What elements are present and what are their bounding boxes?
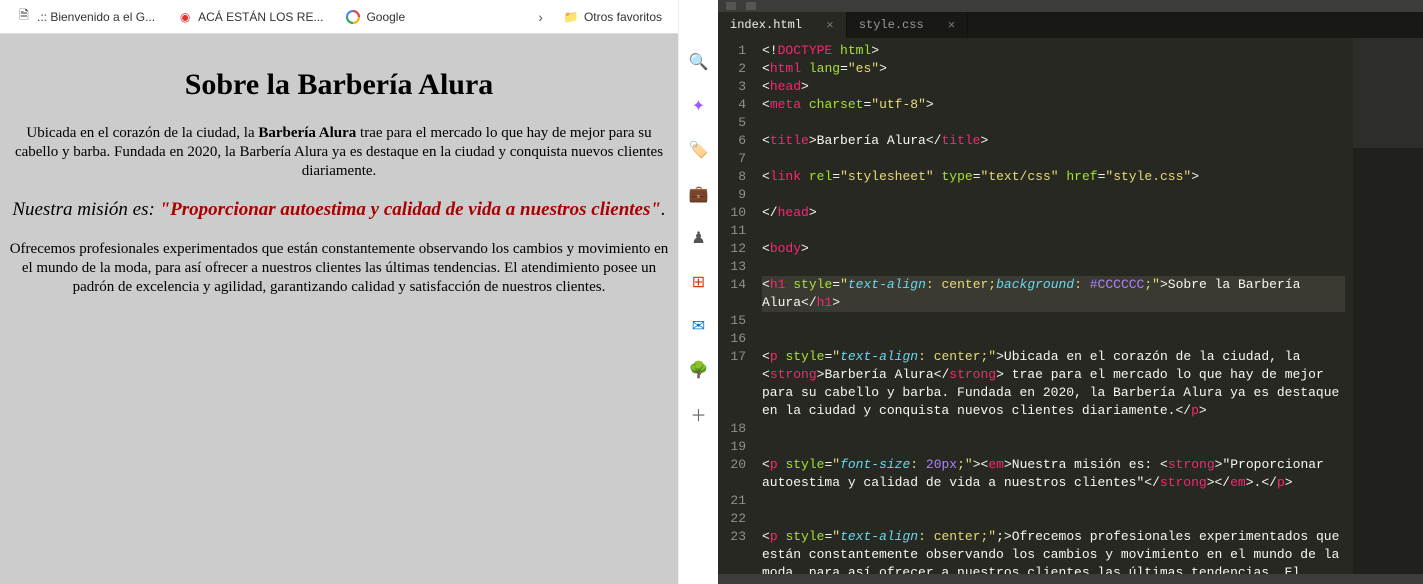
mission-quote: "Proporcionar autoestima y calidad de vi… bbox=[160, 199, 661, 220]
close-icon[interactable]: × bbox=[826, 18, 834, 33]
close-icon[interactable]: × bbox=[948, 18, 956, 33]
bookmark-item[interactable]: 🗎 .:: Bienvenido a el G... bbox=[8, 5, 163, 29]
page-content: Sobre la Barbería Alura Ubicada en el co… bbox=[0, 34, 678, 584]
page-heading: Sobre la Barbería Alura bbox=[4, 68, 674, 102]
editor-tabs: index.html × style.css × bbox=[718, 12, 1423, 38]
text: Nuestra misión es: bbox=[12, 199, 159, 220]
bookmark-label: ACÁ ESTÁN LOS RE... bbox=[198, 10, 323, 24]
tab-label: style.css bbox=[859, 18, 924, 32]
services-paragraph: Ofrecemos profesionales experimentados q… bbox=[4, 240, 674, 296]
toolbar-icon[interactable] bbox=[726, 2, 736, 10]
add-icon[interactable]: ＋ bbox=[689, 404, 709, 424]
tree-icon[interactable]: 🌳 bbox=[689, 360, 709, 380]
briefcase-icon[interactable]: 💼 bbox=[689, 184, 709, 204]
bookmark-label: Google bbox=[366, 10, 405, 24]
bookmark-item[interactable]: ◉ ACÁ ESTÁN LOS RE... bbox=[169, 5, 331, 29]
tag-icon[interactable]: 🏷️ bbox=[689, 140, 709, 160]
text: . bbox=[661, 199, 666, 220]
tab-index-html[interactable]: index.html × bbox=[718, 12, 847, 38]
tab-label: index.html bbox=[730, 18, 802, 32]
code-content[interactable]: <!DOCTYPE html><html lang="es"><head><me… bbox=[754, 38, 1353, 574]
tab-style-css[interactable]: style.css × bbox=[847, 12, 969, 38]
sparkle-icon[interactable]: ✦ bbox=[689, 96, 709, 116]
bookmark-label: .:: Bienvenido a el G... bbox=[37, 10, 155, 24]
google-icon bbox=[345, 9, 361, 25]
bookmarks-bar: 🗎 .:: Bienvenido a el G... ◉ ACÁ ESTÁN L… bbox=[0, 0, 678, 34]
minimap[interactable] bbox=[1353, 38, 1423, 574]
toolbar-icon[interactable] bbox=[746, 2, 756, 10]
status-bar bbox=[718, 574, 1423, 584]
other-bookmarks-label: Otros favoritos bbox=[584, 10, 662, 24]
code-area[interactable]: 1234567891011121314151617181920212223 <!… bbox=[718, 38, 1423, 574]
line-gutter: 1234567891011121314151617181920212223 bbox=[718, 38, 754, 574]
strong-text: Barbería Alura bbox=[258, 125, 356, 141]
code-editor: index.html × style.css × 123456789101112… bbox=[718, 0, 1423, 584]
chess-icon[interactable]: ♟ bbox=[689, 228, 709, 248]
office-icon[interactable]: ⊞ bbox=[689, 272, 709, 292]
site-icon: ◉ bbox=[177, 9, 193, 25]
page-icon: 🗎 bbox=[16, 9, 32, 25]
bookmark-item[interactable]: Google bbox=[337, 5, 413, 29]
side-icon-strip: 🔍 ✦ 🏷️ 💼 ♟ ⊞ ✉ 🌳 ＋ bbox=[678, 0, 718, 584]
folder-icon: 📁 bbox=[563, 9, 579, 25]
editor-toolbar bbox=[718, 0, 1423, 12]
outlook-icon[interactable]: ✉ bbox=[689, 316, 709, 336]
search-icon[interactable]: 🔍 bbox=[689, 52, 709, 72]
browser-preview: 🗎 .:: Bienvenido a el G... ◉ ACÁ ESTÁN L… bbox=[0, 0, 678, 584]
other-bookmarks[interactable]: 📁 Otros favoritos bbox=[555, 5, 670, 29]
chevron-right-icon[interactable]: › bbox=[532, 9, 549, 25]
text: Ubicada en el corazón de la ciudad, la bbox=[26, 125, 258, 141]
intro-paragraph: Ubicada en el corazón de la ciudad, la B… bbox=[4, 124, 674, 180]
mission-paragraph: Nuestra misión es: "Proporcionar autoest… bbox=[4, 198, 674, 222]
